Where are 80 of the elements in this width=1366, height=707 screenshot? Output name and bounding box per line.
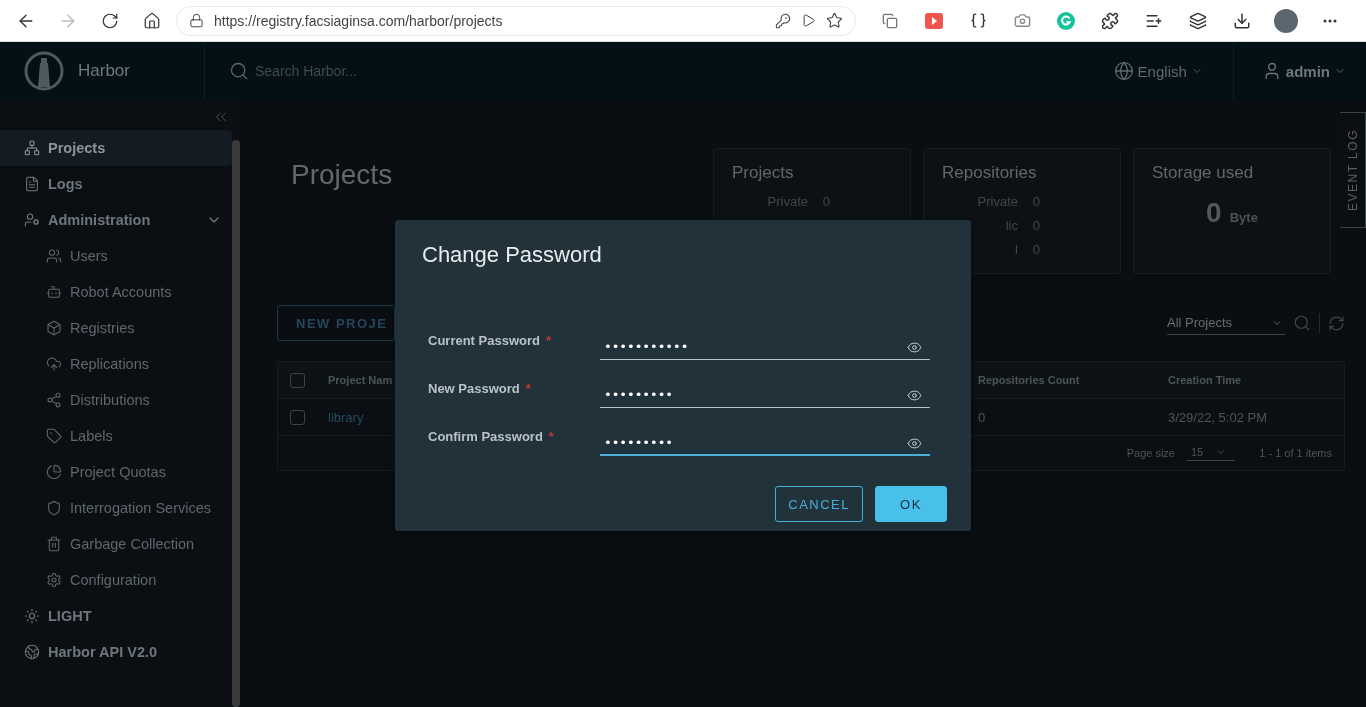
card-title: Repositories — [942, 163, 1038, 183]
sidebar-item[interactable]: Labels — [0, 418, 232, 454]
user-gear-icon — [24, 212, 40, 228]
sidebar-item[interactable]: Logs — [0, 166, 232, 202]
password-field[interactable]: ••••••••••• — [600, 334, 930, 360]
app-name: Harbor — [78, 61, 130, 81]
sidebar-item[interactable]: Administration — [0, 202, 232, 238]
sidebar-item[interactable]: Users — [0, 238, 232, 274]
sidebar-item[interactable]: LIGHT — [0, 598, 232, 634]
tag-icon — [46, 428, 62, 444]
field-label: Confirm Password * — [428, 429, 555, 446]
eye-icon[interactable] — [907, 388, 922, 403]
sidebar-item[interactable]: Replications — [0, 346, 232, 382]
address-bar[interactable]: https://registry.facsiaginsa.com/harbor/projects — [176, 5, 856, 36]
sidebar-item[interactable]: Projects — [0, 130, 232, 166]
trash-icon — [46, 536, 62, 552]
storage-unit: Byte — [1229, 210, 1258, 225]
checkbox[interactable] — [290, 372, 305, 388]
globe-icon — [1113, 61, 1134, 81]
checkbox[interactable] — [290, 409, 305, 425]
column-header[interactable]: Project Nam — [316, 374, 396, 386]
hierarchy-icon — [24, 140, 40, 156]
page-title: Projects — [291, 159, 393, 191]
search-icon — [229, 61, 249, 81]
sidebar-item[interactable]: Harbor API V2.0 — [0, 634, 232, 670]
lighthouse-logo-icon — [24, 51, 64, 91]
cube-icon — [46, 320, 62, 336]
ok-button[interactable]: OK — [875, 486, 947, 522]
play-icon[interactable] — [801, 13, 816, 28]
sidebar-item[interactable]: Robot Accounts — [0, 274, 232, 310]
pie-chart-icon — [46, 464, 62, 480]
project-link[interactable]: library — [316, 409, 396, 425]
share-icon — [46, 392, 62, 408]
required-mark: * — [546, 333, 552, 348]
key-icon[interactable] — [775, 12, 791, 29]
language-menu[interactable]: English — [1083, 42, 1234, 100]
sidebar-item[interactable]: Distributions — [0, 382, 232, 418]
sidebar-item[interactable]: Configuration — [0, 562, 232, 598]
password-field[interactable]: ••••••••• — [600, 430, 930, 456]
new-project-button[interactable]: NEW PROJE — [277, 305, 395, 341]
shield-icon — [46, 500, 62, 516]
project-filter[interactable]: All Projects — [1167, 311, 1285, 335]
eye-icon[interactable] — [907, 340, 922, 355]
table-cell-text: 0 — [977, 409, 987, 425]
refresh-icon — [101, 11, 119, 30]
document-icon — [24, 176, 40, 192]
page-size-select[interactable]: 15 — [1187, 445, 1236, 461]
robot-icon — [46, 284, 62, 300]
card-title: Projects — [732, 163, 795, 183]
required-mark: * — [548, 429, 554, 444]
field-label: New Password * — [428, 381, 532, 398]
column-header[interactable]: Creation Time — [1156, 374, 1344, 386]
item-range: 1 - 1 of 1 items — [1259, 447, 1332, 459]
sidebar-item[interactable]: Registries — [0, 310, 232, 346]
cloud-icon — [46, 356, 62, 372]
search-field[interactable]: Search Harbor... — [253, 62, 553, 80]
table-cell-text: 3/29/22, 5:02 PM — [1167, 409, 1268, 425]
sidebar-item[interactable]: Interrogation Services — [0, 490, 232, 526]
cancel-button[interactable]: CANCEL — [775, 486, 863, 522]
settings-icon — [46, 572, 62, 588]
user-menu[interactable]: admin — [1233, 61, 1366, 81]
home-icon — [143, 11, 161, 30]
sidebar-item[interactable]: Project Quotas — [0, 454, 232, 490]
card-title: Storage used — [1152, 163, 1255, 183]
storage-total: 0 — [1206, 197, 1222, 229]
lock-icon — [189, 13, 204, 28]
sun-icon — [24, 608, 40, 624]
field-label: Current Password * — [428, 333, 553, 350]
password-field[interactable]: ••••••••• — [600, 382, 930, 408]
more-icon — [1323, 18, 1337, 23]
required-mark: * — [525, 381, 531, 396]
sidebar-item[interactable]: Garbage Collection — [0, 526, 232, 562]
scrollbar[interactable] — [232, 140, 240, 707]
dialog-title: Change Password — [422, 242, 603, 268]
event-log-tab[interactable]: EVENT LOG — [1340, 112, 1366, 228]
users-icon — [46, 248, 62, 264]
eye-icon[interactable] — [907, 436, 922, 451]
favorite-add-icon[interactable] — [826, 12, 843, 29]
globe-icon — [24, 644, 40, 660]
page-size-label: Page size — [1126, 447, 1175, 459]
